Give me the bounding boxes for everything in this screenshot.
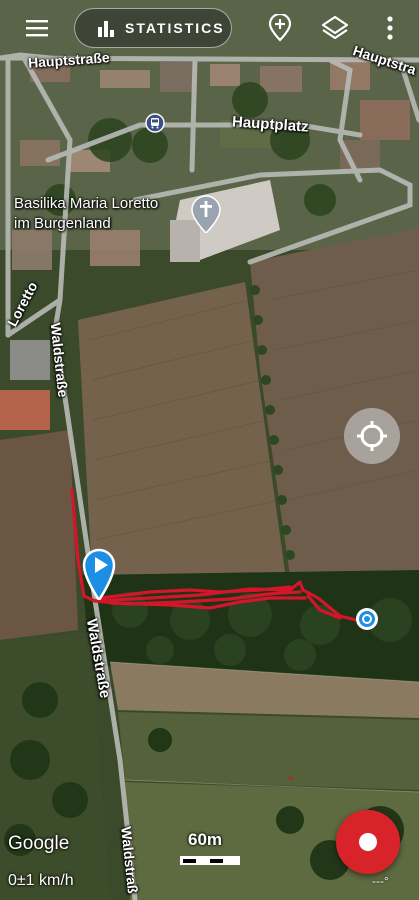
my-location-button[interactable] [344, 408, 400, 464]
more-vertical-icon[interactable] [382, 14, 398, 42]
poi-label-line-1: Basilika Maria Loretto [14, 195, 159, 212]
heading-readout: ---° [372, 874, 389, 888]
scale-bar [180, 856, 240, 865]
google-attribution: Google [8, 833, 70, 854]
layers-icon[interactable] [321, 14, 349, 42]
add-marker-icon[interactable] [266, 14, 294, 42]
record-button[interactable] [336, 810, 400, 874]
scale-label: 60m [188, 830, 223, 849]
statistics-label: STATISTICS [125, 20, 225, 36]
record-icon [359, 833, 377, 851]
menu-button[interactable] [22, 14, 52, 42]
speed-readout: 0±1 km/h [8, 872, 74, 889]
poi-label-line-2: im Burgenland [14, 215, 111, 232]
bus-stop-icon [145, 113, 165, 133]
bar-chart-icon [98, 21, 114, 37]
current-position-icon [356, 608, 378, 630]
hamburger-menu-icon [26, 20, 48, 37]
poi-label-basilika[interactable]: Basilika Maria Loretto im Burgenland [14, 194, 158, 234]
crosshair-icon [357, 421, 387, 451]
start-marker-icon[interactable] [82, 548, 116, 600]
church-pin-icon[interactable] [190, 195, 222, 233]
statistics-button[interactable]: STATISTICS [74, 8, 232, 48]
top-toolbar: STATISTICS [0, 0, 419, 56]
